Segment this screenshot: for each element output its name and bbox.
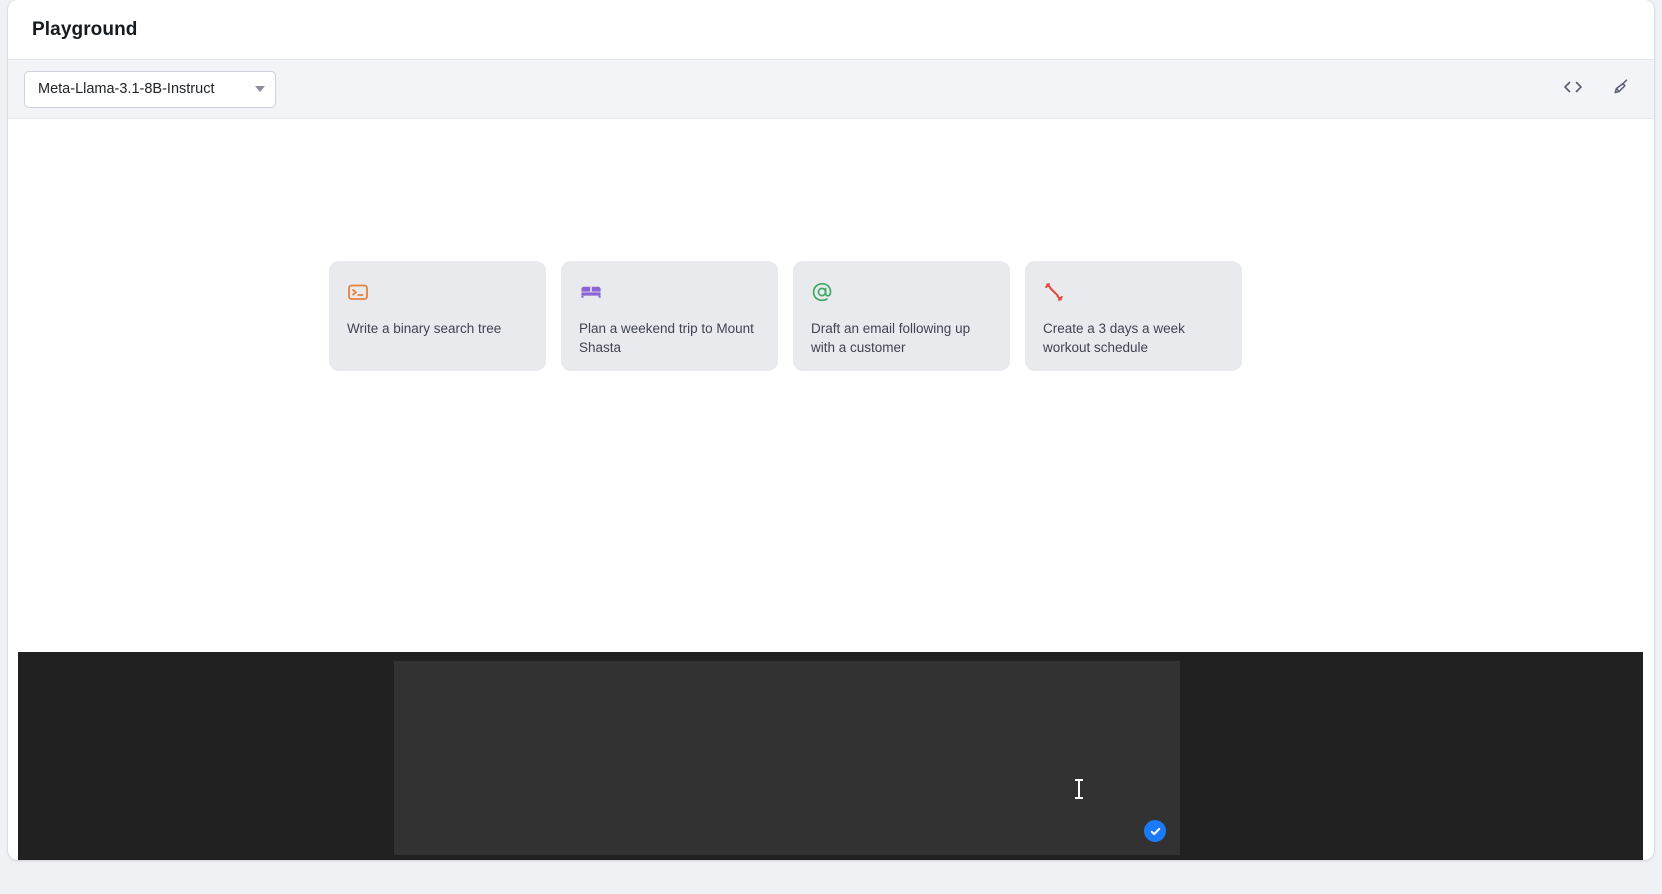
terminal-icon: [347, 282, 369, 307]
playground-window: Playground Meta-Llama-3.1-8B-Instruct Wr…: [8, 0, 1654, 860]
message-input[interactable]: [394, 661, 1180, 855]
suggestion-card[interactable]: Plan a weekend trip to Mount Shasta: [561, 261, 778, 371]
at-sign-icon: [811, 281, 833, 308]
suggestion-cards: Write a binary search tree Plan a weeken…: [329, 261, 1242, 371]
suggestion-card-text: Draft an email following up with a custo…: [811, 321, 971, 355]
suggestion-card[interactable]: Write a binary search tree: [329, 261, 546, 371]
model-select-value: Meta-Llama-3.1-8B-Instruct: [38, 81, 215, 97]
conversation-canvas: Write a binary search tree Plan a weeken…: [8, 119, 1654, 860]
title-bar: Playground: [8, 0, 1654, 60]
composer-overlay: [18, 652, 1643, 860]
confirm-button[interactable]: [1144, 820, 1166, 842]
dumbbell-icon: [1043, 281, 1065, 308]
suggestion-card-text: Write a binary search tree: [347, 321, 502, 336]
card-icon: [579, 281, 760, 307]
suggestion-card[interactable]: Draft an email following up with a custo…: [793, 261, 1010, 371]
broom-icon: [1611, 77, 1631, 102]
toolbar-actions: [1562, 78, 1632, 100]
text-cursor: [1075, 779, 1083, 799]
model-select[interactable]: Meta-Llama-3.1-8B-Instruct: [24, 70, 276, 108]
bed-icon: [579, 282, 603, 307]
code-brackets-icon: [1563, 79, 1583, 100]
suggestion-card[interactable]: Create a 3 days a week workout schedule: [1025, 261, 1242, 371]
composer: [394, 661, 1180, 855]
check-icon: [1149, 825, 1162, 838]
suggestion-card-text: Create a 3 days a week workout schedule: [1043, 321, 1185, 355]
card-icon: [1043, 281, 1224, 307]
suggestion-card-text: Plan a weekend trip to Mount Shasta: [579, 321, 754, 355]
page-title: Playground: [32, 18, 138, 40]
card-icon: [347, 281, 528, 307]
card-icon: [811, 281, 992, 307]
model-toolbar: Meta-Llama-3.1-8B-Instruct: [8, 60, 1654, 119]
clear-chat-button[interactable]: [1610, 78, 1632, 100]
chevron-down-icon: [255, 86, 265, 92]
view-code-button[interactable]: [1562, 78, 1584, 100]
